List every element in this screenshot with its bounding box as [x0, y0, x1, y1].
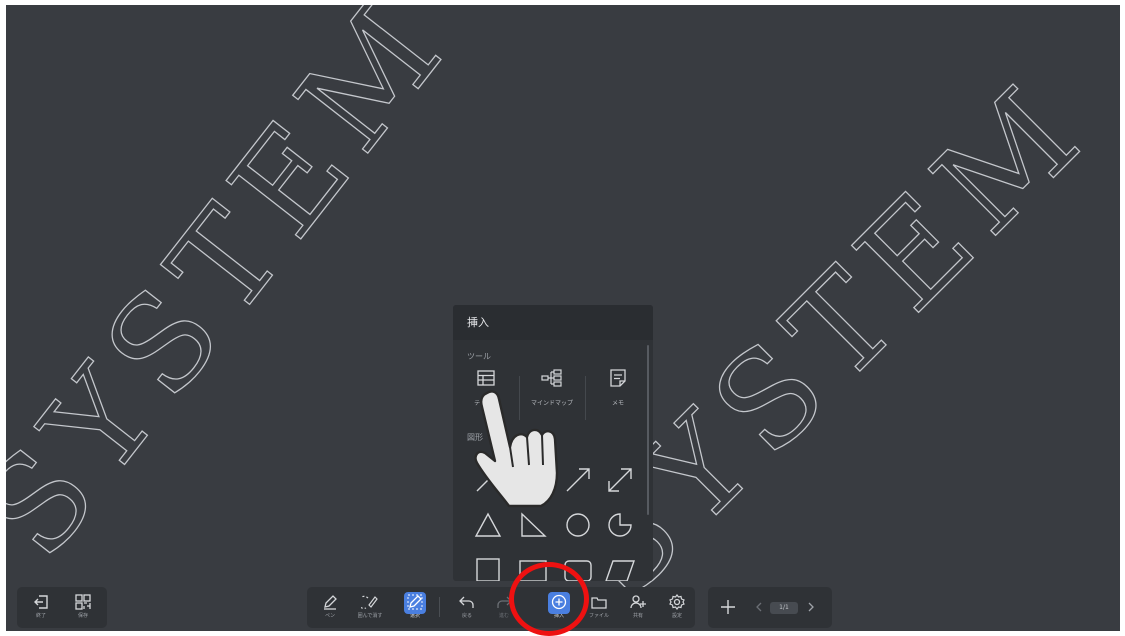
toolbar-divider [439, 597, 440, 617]
lasso-erase-button[interactable]: 囲んで消す [350, 587, 390, 628]
pen-button[interactable]: ペン [310, 587, 350, 628]
save-label: 保存 [77, 613, 88, 619]
plus-icon [721, 600, 735, 614]
watermark-text-left: SYSTEM [6, 5, 478, 584]
settings-label: 設定 [671, 613, 682, 619]
chevron-left-icon [756, 602, 762, 612]
add-user-icon [630, 595, 646, 609]
share-label: 共有 [632, 613, 643, 619]
select-button[interactable]: 選択 [395, 587, 435, 628]
lasso-erase-label: 囲んで消す [357, 613, 383, 619]
triangle-shape-icon[interactable] [473, 510, 503, 540]
exit-button[interactable]: 終了 [21, 587, 61, 628]
gear-icon [669, 594, 685, 610]
tools-section-label: ツール [467, 352, 491, 361]
arrow-shape-icon[interactable] [563, 465, 593, 495]
undo-label: 戻る [461, 613, 472, 619]
save-button[interactable]: 保存 [63, 587, 103, 628]
parallelogram-shape-icon[interactable] [605, 555, 635, 581]
whiteboard-canvas[interactable]: SYSTEM SYSTEM 挿入 ツール テーブル マインドマップ メモ 図形 [6, 5, 1120, 631]
undo-icon [459, 596, 474, 608]
page-toolbar: 1/1 [708, 587, 832, 628]
chevron-right-icon [808, 602, 814, 612]
square-shape-icon[interactable] [473, 555, 503, 581]
tool-memo[interactable]: メモ [585, 368, 651, 424]
lasso-eraser-icon [361, 595, 378, 609]
qr-code-icon [75, 594, 91, 610]
exit-label: 終了 [35, 613, 46, 619]
pointing-hand-icon [474, 390, 559, 508]
prev-page-button[interactable] [750, 587, 768, 628]
memo-icon [610, 369, 626, 387]
exit-icon [34, 595, 48, 609]
folder-icon [591, 597, 607, 609]
select-icon [407, 594, 423, 610]
undo-button[interactable]: 戻る [447, 587, 487, 628]
add-page-button[interactable] [710, 587, 746, 628]
main-toolbar: ペン 囲んで消す 選択 戻る 進む 挿入 ファイル 共有 設定 [307, 587, 695, 628]
settings-button[interactable]: 設定 [657, 587, 697, 628]
share-button[interactable]: 共有 [618, 587, 658, 628]
right-triangle-shape-icon[interactable] [518, 510, 548, 540]
page-indicator[interactable]: 1/1 [770, 602, 798, 614]
circle-shape-icon[interactable] [563, 510, 593, 540]
panel-scrollbar[interactable] [647, 345, 649, 515]
next-page-button[interactable] [802, 587, 820, 628]
left-toolbar: 終了 保存 [17, 587, 107, 628]
insert-panel-title: 挿入 [453, 305, 653, 340]
pen-icon [324, 595, 337, 610]
highlight-circle [509, 562, 589, 636]
tool-memo-label: メモ [611, 400, 624, 407]
pen-label: ペン [324, 613, 335, 619]
pie-shape-icon[interactable] [605, 510, 635, 540]
double-arrow-shape-icon[interactable] [605, 465, 635, 495]
